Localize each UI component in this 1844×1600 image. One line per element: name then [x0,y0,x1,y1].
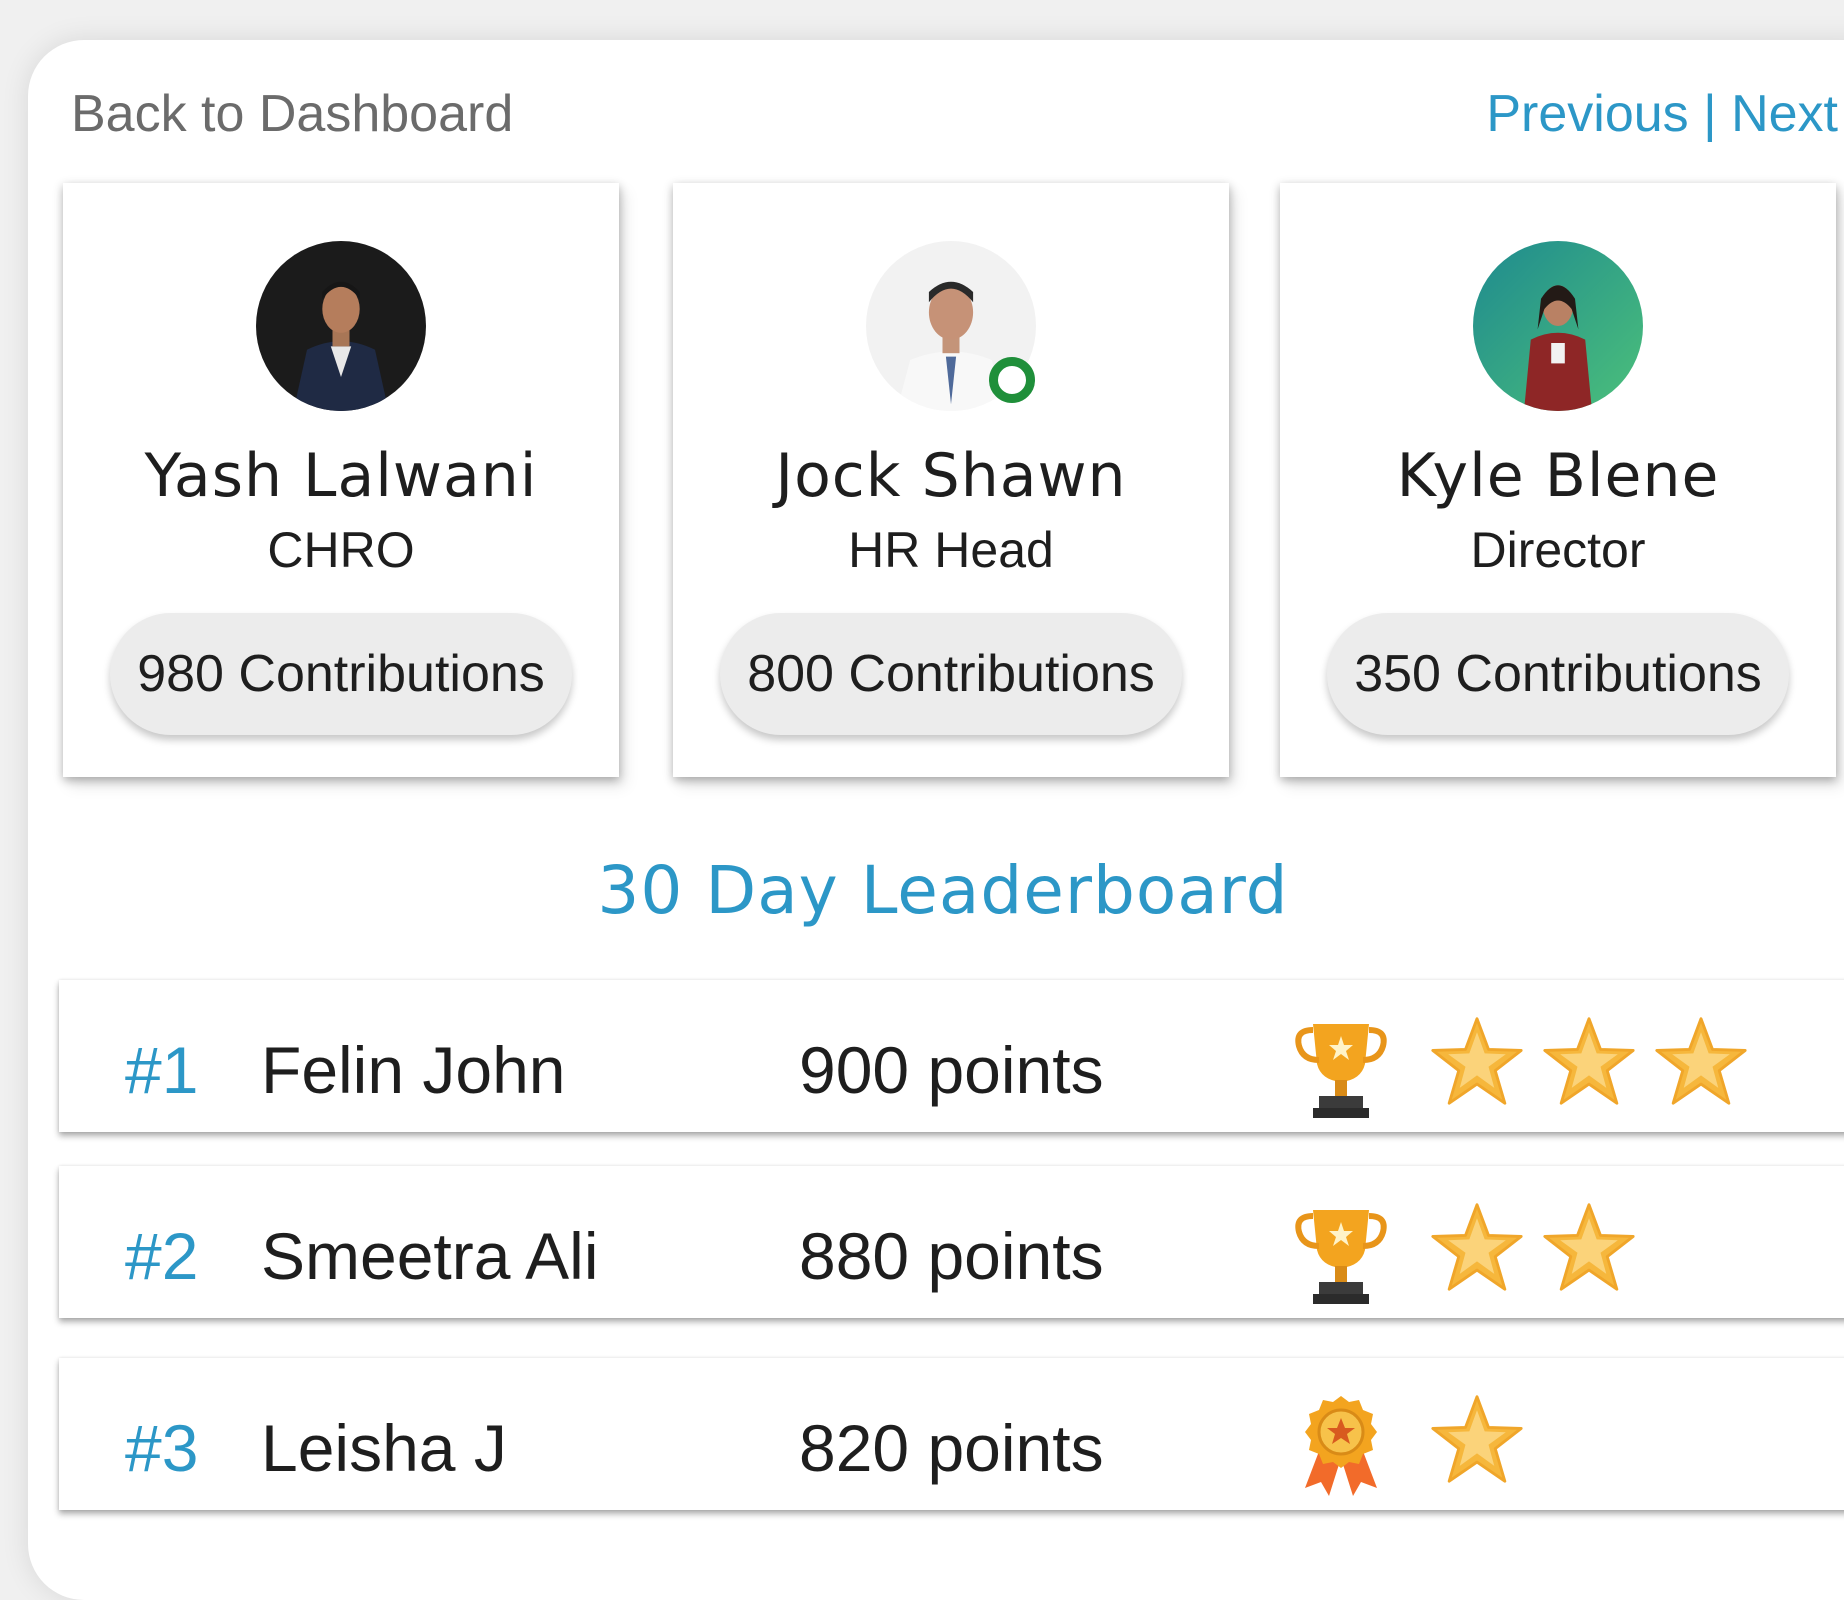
avatar [256,241,426,411]
star-icon [1543,1017,1635,1105]
person-name: Jock Shawn [775,441,1127,511]
contributions-badge: 980 Contributions [110,613,572,735]
profile-card[interactable]: Kyle Blene Director 350 Contributions [1280,183,1836,777]
person-avatar-icon [256,241,426,411]
leaderboard-row[interactable]: #1 Felin John 900 points [59,980,1844,1132]
next-link[interactable]: Next [1731,85,1838,143]
online-status-icon [989,357,1035,403]
medal-icon [1305,1396,1377,1496]
person-role: HR Head [848,522,1054,578]
leaderboard-row[interactable]: #2 Smeetra Ali 880 points [59,1166,1844,1318]
trophy-icon [1295,1210,1387,1304]
profile-card[interactable]: Jock Shawn HR Head 800 Contributions [673,183,1229,777]
contributions-badge: 350 Contributions [1327,613,1789,735]
star-icon [1543,1203,1635,1291]
person-role: CHRO [267,522,415,578]
rank-number: #3 [125,1411,199,1485]
trophy-icon [1295,1024,1387,1118]
star-icon [1431,1017,1523,1105]
person-name: Kyle Blene [1396,441,1720,511]
leaderboard-title: 30 Day Leaderboard [597,852,1289,929]
contributor-name: Felin John [261,1033,566,1107]
pager-separator: | [1703,85,1717,143]
contributor-name: Leisha J [261,1411,507,1485]
points-value: 900 points [799,1033,1104,1107]
leaderboard-row[interactable]: #3 Leisha J 820 points [59,1358,1844,1510]
person-avatar-icon [1473,241,1643,411]
rank-number: #2 [125,1219,199,1293]
profile-card[interactable]: Yash Lalwani CHRO 980 Contributions [63,183,619,777]
previous-link[interactable]: Previous [1486,85,1688,143]
points-value: 820 points [799,1411,1104,1485]
person-name: Yash Lalwani [144,441,538,511]
contributions-badge: 800 Contributions [720,613,1182,735]
star-icon [1655,1017,1747,1105]
back-to-dashboard-link[interactable]: Back to Dashboard [71,84,513,144]
avatar [1473,241,1643,411]
contributor-name: Smeetra Ali [261,1219,599,1293]
rank-number: #1 [125,1033,199,1107]
star-icon [1431,1395,1523,1483]
star-icon [1431,1203,1523,1291]
person-role: Director [1470,522,1646,578]
pager: Previous | Next [1486,84,1838,144]
points-value: 880 points [799,1219,1104,1293]
